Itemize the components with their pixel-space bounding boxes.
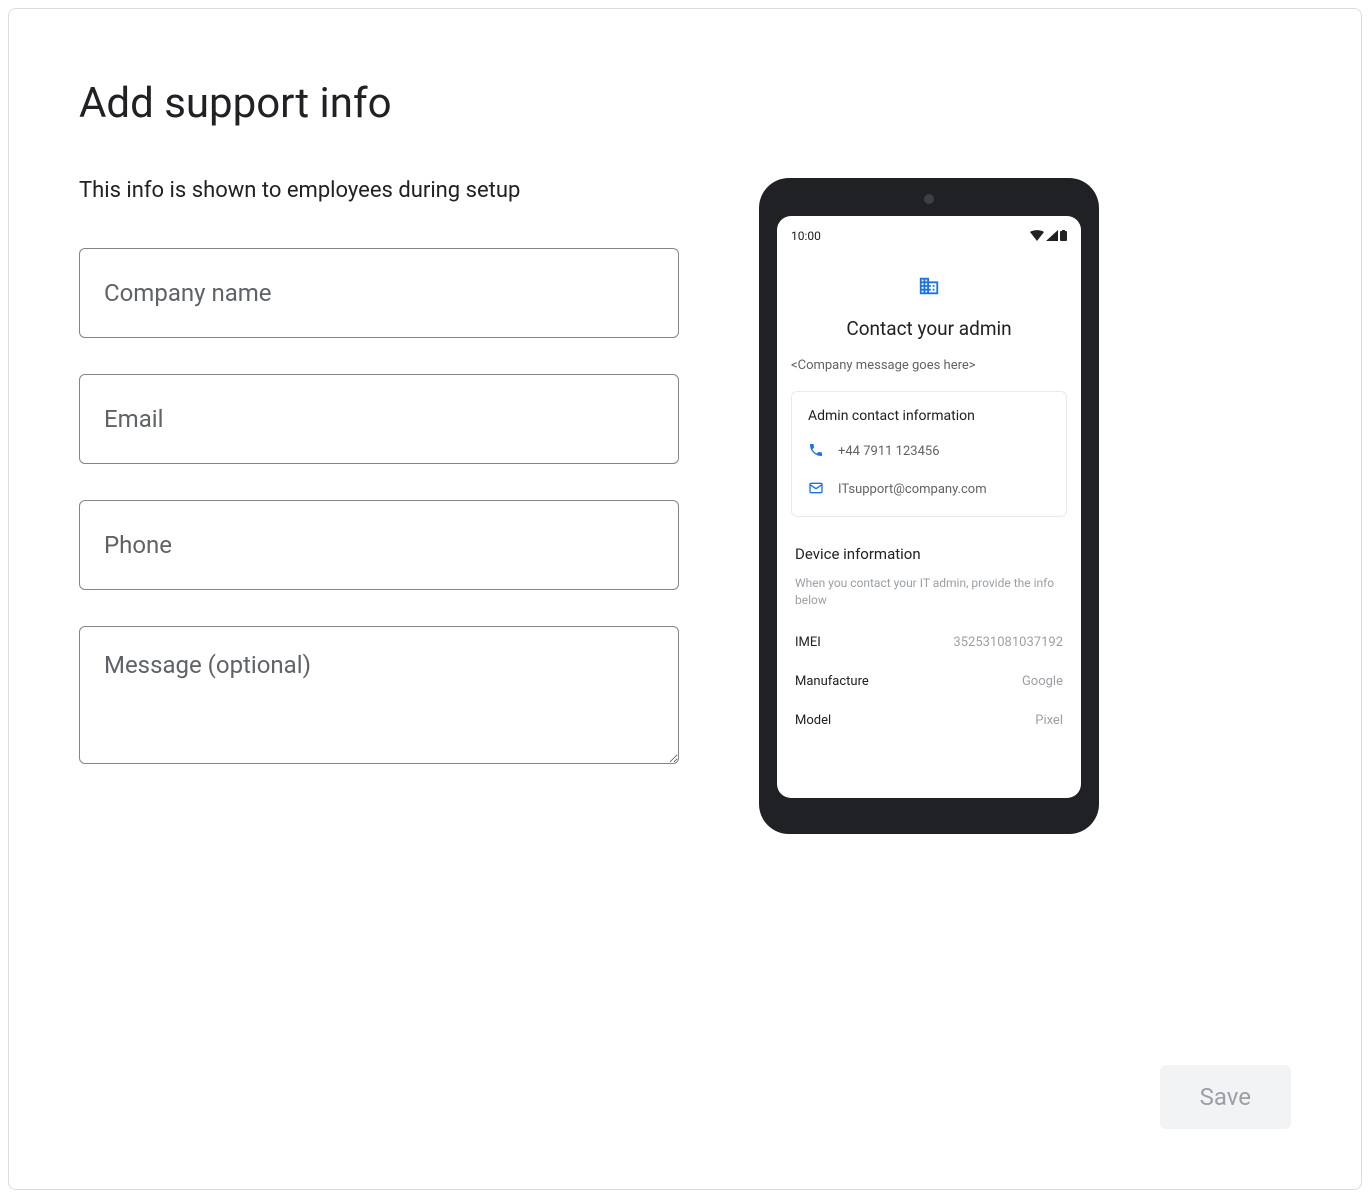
device-value: Google (1022, 674, 1063, 689)
status-bar: 10:00 (791, 229, 1067, 243)
device-value: 352531081037192 (953, 635, 1063, 650)
page-container: Add support info This info is shown to e… (8, 8, 1362, 1190)
building-icon (918, 275, 940, 301)
device-value: Pixel (1035, 713, 1063, 728)
status-icons (1030, 230, 1067, 241)
email-field[interactable] (79, 374, 679, 464)
phone-camera-icon (924, 194, 934, 204)
admin-card-title: Admin contact information (808, 408, 1050, 424)
message-field[interactable] (79, 626, 679, 764)
phone-screen: 10:00 Contact your ad (777, 216, 1081, 798)
admin-contact-card: Admin contact information +44 7911 12345… (791, 391, 1067, 517)
form-column: This info is shown to employees during s… (79, 178, 679, 834)
preview-company-message: <Company message goes here> (791, 358, 976, 373)
device-row-model: Model Pixel (795, 713, 1063, 728)
admin-phone-row: +44 7911 123456 (808, 442, 1050, 462)
company-name-field[interactable] (79, 248, 679, 338)
page-subtitle: This info is shown to employees during s… (79, 178, 679, 203)
admin-phone-text: +44 7911 123456 (838, 444, 940, 459)
admin-email-text: ITsupport@company.com (838, 482, 987, 497)
phone-icon (808, 442, 824, 462)
email-icon (808, 480, 824, 500)
status-time: 10:00 (791, 229, 821, 243)
phone-mockup: 10:00 Contact your ad (759, 178, 1099, 834)
phone-content: Contact your admin <Company message goes… (791, 275, 1067, 752)
phone-field[interactable] (79, 500, 679, 590)
admin-email-row: ITsupport@company.com (808, 480, 1050, 500)
preview-heading: Contact your admin (846, 317, 1011, 340)
signal-icon (1046, 230, 1058, 241)
device-label: Model (795, 713, 831, 728)
device-row-imei: IMEI 352531081037192 (795, 635, 1063, 650)
battery-icon (1060, 230, 1067, 241)
save-button[interactable]: Save (1160, 1065, 1291, 1129)
device-section: Device information When you contact your… (791, 545, 1067, 752)
wifi-icon (1030, 230, 1044, 241)
device-row-manufacture: Manufacture Google (795, 674, 1063, 689)
preview-column: 10:00 Contact your ad (759, 178, 1099, 834)
device-label: IMEI (795, 635, 821, 650)
device-title: Device information (795, 545, 1063, 563)
columns: This info is shown to employees during s… (79, 178, 1291, 834)
page-title: Add support info (79, 79, 1291, 128)
device-description: When you contact your IT admin, provide … (795, 575, 1063, 609)
device-label: Manufacture (795, 674, 869, 689)
